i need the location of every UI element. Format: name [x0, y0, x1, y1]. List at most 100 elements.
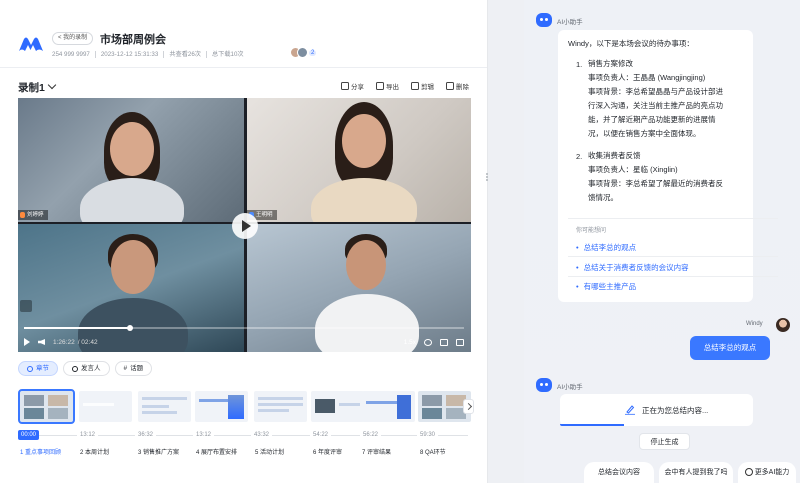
chapter-thumbnail[interactable] — [311, 391, 364, 422]
recording-panel: < 我的录制 市场部周例会 254 999 9997 2023-12-12 15:… — [0, 0, 487, 483]
progress-knob[interactable] — [126, 325, 133, 331]
more-ai-icon — [744, 468, 753, 477]
quick-action-mentioned[interactable]: 会中有人提到我了吗 — [659, 462, 733, 483]
download-count: 总下载10次 — [211, 51, 244, 58]
fullscreen-icon[interactable] — [456, 338, 464, 346]
ai-assistant-panel: AI小助手 Windy，以下是本场会议的待办事项： 1. 销售方案修改 事项负责… — [524, 0, 800, 483]
playback-speed[interactable]: 1.5x — [404, 339, 416, 346]
chapter-thumbnail[interactable] — [18, 389, 75, 424]
chapter-thumbnail[interactable] — [254, 391, 307, 422]
meeting-id: 254 999 9997 — [52, 51, 90, 58]
share-icon — [341, 82, 349, 90]
user-icon — [72, 365, 78, 372]
quick-action-summarize[interactable]: 总结会议内容 — [584, 462, 654, 483]
suggestion-link[interactable]: 总结李总的观点 — [576, 242, 637, 253]
viewer-avatars[interactable]: 2 — [290, 47, 317, 58]
chapter-time[interactable]: 54:22 — [310, 430, 332, 440]
delete-button[interactable]: 删除 — [446, 81, 469, 91]
chapter-label[interactable]: 4 展厅布置安排 — [196, 447, 237, 456]
export-button[interactable]: 导出 — [376, 81, 399, 91]
chapter-label[interactable]: 5 活动计划 — [255, 447, 284, 456]
chapter-label[interactable]: 1 重点事项回顾 — [20, 447, 61, 456]
todo-owner: 事项负责人：星临 (Xinglin) — [588, 165, 678, 174]
chapter-label[interactable]: 8 QA环节 — [420, 447, 446, 456]
back-button[interactable]: < 我的录制 — [52, 32, 94, 45]
recording-selector[interactable]: 录制1 — [18, 80, 45, 95]
share-button[interactable]: 分享 — [341, 81, 364, 91]
participant-tile — [18, 224, 244, 352]
export-icon — [376, 82, 384, 90]
edit-button[interactable]: 剪辑 — [411, 81, 434, 91]
content-tabs: 章节 发言人 # 话题 — [18, 361, 153, 376]
chapter-thumbnail[interactable] — [138, 391, 191, 422]
chapter-label[interactable]: 3 销售推广方案 — [138, 447, 179, 456]
meeting-header: < 我的录制 市场部周例会 254 999 9997 2023-12-12 15:… — [0, 0, 487, 68]
chevron-right-icon[interactable] — [463, 399, 474, 414]
picture-in-picture-icon[interactable] — [440, 338, 448, 346]
todo-background: 事项背景：李总希望了解最近的消费者反 — [588, 179, 723, 188]
scissors-icon[interactable] — [424, 338, 432, 346]
meeting-datetime: 2023-12-12 15:31:33 — [100, 51, 159, 58]
todo-background: 馈情况。 — [588, 193, 618, 202]
tab-chapters[interactable]: 章节 — [18, 361, 58, 376]
suggestion-link[interactable]: 有哪些主推产品 — [576, 281, 637, 292]
play-button[interactable] — [232, 213, 258, 239]
volume-icon[interactable] — [38, 339, 45, 345]
bot-avatar-icon — [536, 378, 552, 392]
pen-icon — [625, 405, 635, 415]
chapter-time[interactable]: 13:12 — [77, 430, 99, 440]
chapter-label[interactable]: 6 年度评审 — [313, 447, 342, 456]
participant-tile — [247, 224, 471, 352]
bot-name: AI小助手 — [557, 19, 583, 26]
todo-background: 行深入沟通，关注当前主推产品的亮点功 — [588, 101, 723, 110]
quick-action-more[interactable]: 更多AI能力 — [738, 462, 796, 483]
chapter-label[interactable]: 2 本周计划 — [80, 447, 109, 456]
chapter-time[interactable]: 00:00 — [18, 430, 40, 440]
chapter-time[interactable]: 13:12 — [193, 430, 215, 440]
player-controls: 1:26:22 / 02:42 1.5x — [24, 336, 464, 348]
participant-name-tag: 刘婷婷 — [18, 210, 48, 220]
todo-background: 能，并了解近期产品功能更新的进展情 — [588, 115, 716, 124]
progress-bar[interactable] — [24, 325, 464, 331]
bot-avatar-icon — [536, 13, 552, 27]
user-message-bubble: 总结李总的观点 — [690, 336, 770, 360]
generating-status-card: 正在为您总结内容... — [560, 394, 753, 426]
stop-generating-button[interactable]: 停止生成 — [639, 433, 690, 450]
play-icon[interactable] — [24, 338, 30, 346]
meeting-title: 市场部周例会 — [100, 34, 166, 46]
tab-speakers[interactable]: 发言人 — [63, 361, 110, 376]
trash-icon — [446, 82, 454, 90]
bot-name: AI小助手 — [557, 384, 583, 391]
chapter-thumbnail[interactable] — [362, 391, 415, 422]
participant-face — [342, 114, 386, 168]
chapter-label[interactable]: 7 评审结果 — [362, 447, 391, 456]
side-panel-handle[interactable] — [20, 300, 32, 312]
chevron-down-icon[interactable] — [47, 80, 57, 90]
suggestion-link[interactable]: 总结关于消费者反馈的会议内容 — [576, 262, 689, 273]
chapter-time[interactable]: 43:32 — [251, 430, 273, 440]
user-name: Windy — [746, 321, 763, 327]
app-logo-icon — [19, 37, 43, 51]
participant-face — [111, 240, 155, 294]
todo-owner: 事项负责人：王晶晶 (Wangjingjing) — [588, 73, 706, 82]
resize-handle[interactable] — [485, 172, 489, 184]
hash-icon: # — [123, 365, 128, 372]
participant-face — [110, 122, 154, 176]
meeting-meta: 254 999 9997 2023-12-12 15:31:33 共查看26次 总下载… — [52, 49, 244, 58]
chapter-thumbnail[interactable] — [79, 391, 132, 422]
chapter-time[interactable]: 59:30 — [417, 430, 439, 440]
chapter-thumbnails — [18, 389, 476, 425]
chapter-thumbnail[interactable] — [195, 391, 248, 422]
generating-status-text: 正在为您总结内容... — [642, 406, 709, 415]
chapter-time[interactable]: 36:32 — [135, 430, 157, 440]
list-icon — [27, 365, 33, 372]
tab-topics[interactable]: # 话题 — [114, 361, 153, 376]
todo-title: 销售方案修改 — [588, 59, 633, 68]
todo-background: 况，以便在销售方案中全面体现。 — [588, 129, 701, 138]
video-player[interactable]: 刘婷婷 王明明 1:26:22 / 02:42 1.5x — [18, 98, 471, 352]
view-count: 共查看26次 — [169, 51, 201, 58]
participant-tile: 王明明 — [247, 98, 471, 222]
current-time: 1:26:22 — [53, 338, 75, 346]
generating-progress — [560, 424, 624, 426]
chapter-time[interactable]: 56:22 — [360, 430, 382, 440]
